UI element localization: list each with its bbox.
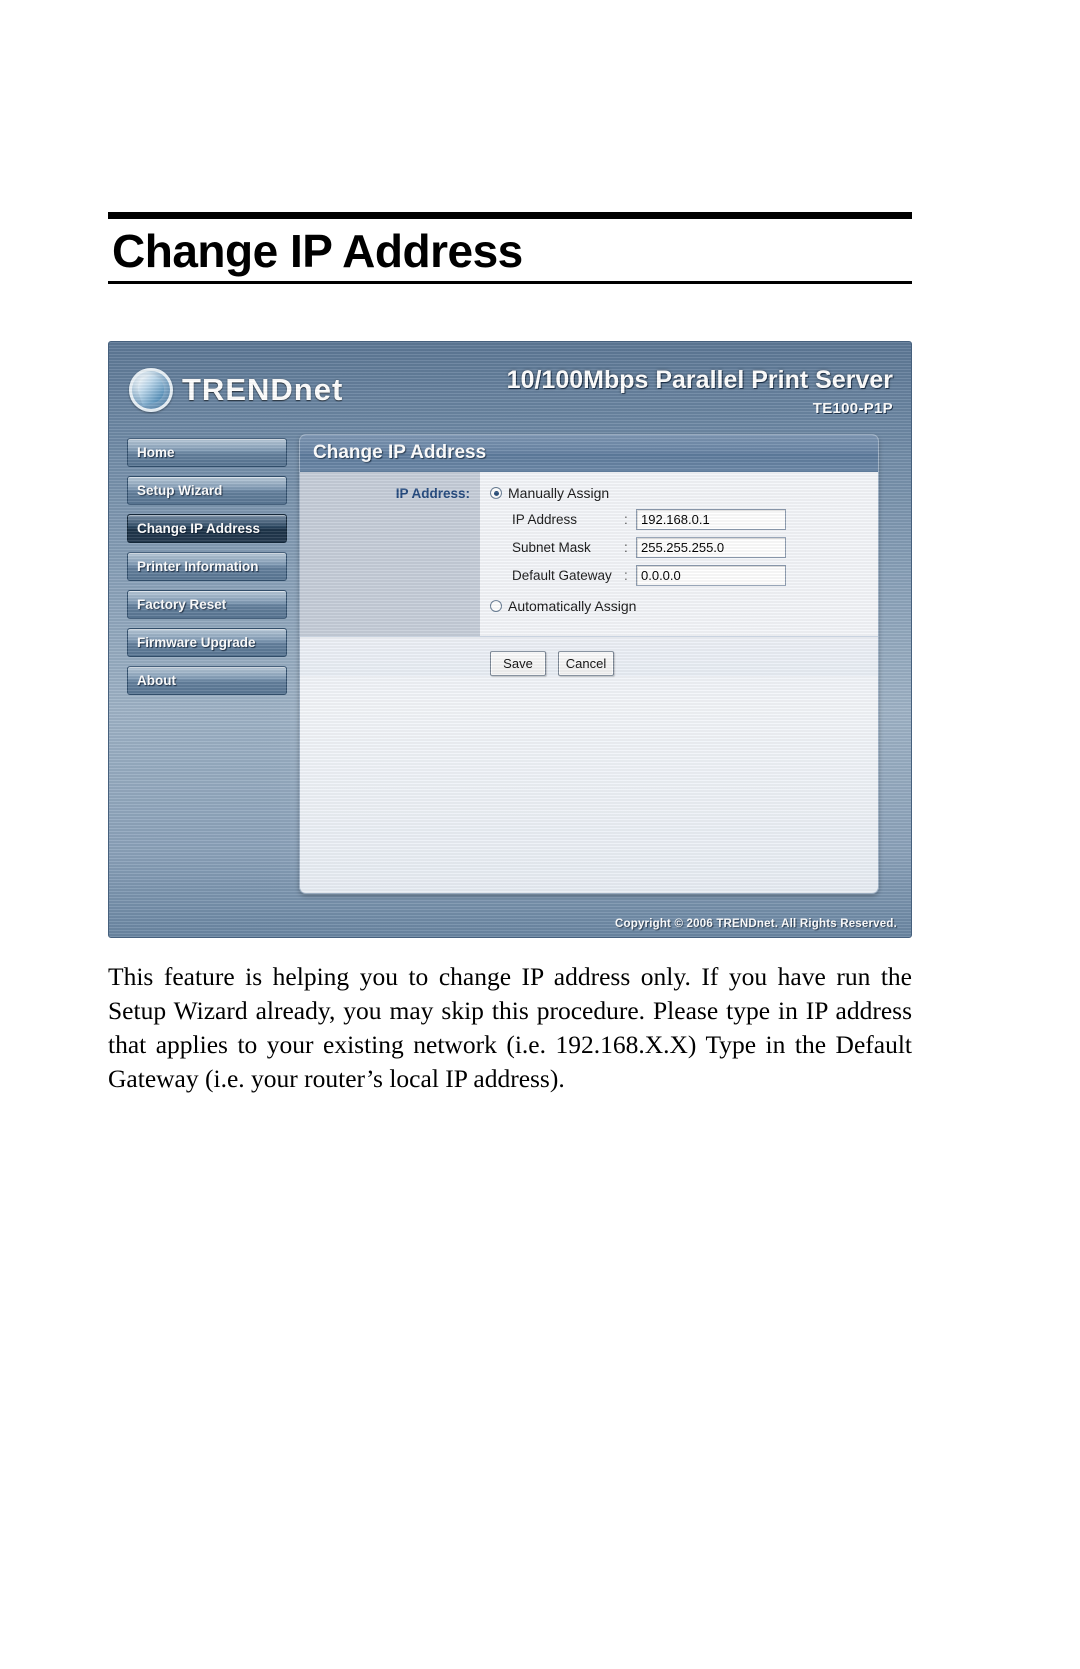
sidebar-item-printer-information[interactable]: Printer Information	[127, 552, 287, 581]
radio-manually-assign[interactable]: Manually Assign	[490, 485, 878, 501]
label-default-gateway: Default Gateway	[512, 568, 612, 583]
field-row-subnet-mask: Subnet Mask : 255.255.255.0	[512, 537, 878, 558]
brand-name: TRENDnet	[182, 372, 344, 407]
sidebar-item-home[interactable]: Home	[127, 438, 287, 467]
form-actions: Save Cancel	[300, 637, 878, 676]
field-row-ip-address: IP Address : 192.168.0.1	[512, 509, 878, 530]
input-subnet-mask[interactable]: 255.255.255.0	[636, 537, 786, 558]
form-label-column: IP Address:	[300, 472, 480, 636]
body-paragraph: This feature is helping you to change IP…	[108, 962, 912, 1093]
radio-automatically-assign-icon[interactable]	[490, 600, 502, 612]
radio-manually-assign-icon[interactable]	[490, 487, 502, 499]
sidebar-item-factory-reset[interactable]: Factory Reset	[127, 590, 287, 619]
label-ip-address: IP Address	[512, 512, 578, 527]
radio-automatically-assign[interactable]: Automatically Assign	[490, 598, 878, 614]
input-ip-address[interactable]: 192.168.0.1	[636, 509, 786, 530]
product-identity: 10/100Mbps Parallel Print Server TE100-P…	[507, 366, 893, 417]
label-subnet-mask: Subnet Mask	[512, 540, 591, 555]
separator-subnet-mask: :	[624, 540, 628, 555]
product-name: 10/100Mbps Parallel Print Server	[506, 366, 893, 394]
ip-address-form: IP Address: Manually Assign IP Address :…	[300, 472, 878, 637]
sidebar-item-label: Printer Information	[137, 559, 259, 574]
save-button[interactable]: Save	[490, 651, 546, 676]
sidebar-item-label: Firmware Upgrade	[137, 635, 256, 650]
page-heading-block: Change IP Address	[108, 212, 912, 284]
input-default-gateway[interactable]: 0.0.0.0	[636, 565, 786, 586]
device-footer: Copyright © 2006 TRENDnet. All Rights Re…	[109, 911, 911, 937]
form-field-column: Manually Assign IP Address : 192.168.0.1…	[480, 472, 878, 636]
device-web-ui-screenshot: TRENDnet 10/100Mbps Parallel Print Serve…	[108, 341, 912, 938]
separator-default-gateway: :	[624, 568, 628, 583]
sidebar-item-label: Factory Reset	[137, 597, 227, 612]
separator-ip-address: :	[624, 512, 628, 527]
sidebar-item-about[interactable]: About	[127, 666, 287, 695]
copyright-text: Copyright © 2006 TRENDnet. All Rights Re…	[614, 918, 897, 930]
radio-manually-assign-label: Manually Assign	[508, 485, 610, 501]
sidebar-item-firmware-upgrade[interactable]: Firmware Upgrade	[127, 628, 287, 657]
radio-automatically-assign-label: Automatically Assign	[508, 598, 637, 614]
sidebar-item-label: Home	[137, 445, 175, 460]
sidebar-nav: Home Setup Wizard Change IP Address Prin…	[127, 438, 287, 704]
cancel-button[interactable]: Cancel	[558, 651, 614, 676]
brand-logo: TRENDnet	[129, 368, 343, 412]
panel-title-bar: Change IP Address	[300, 435, 878, 472]
panel-title: Change IP Address	[313, 442, 487, 463]
change-ip-address-panel: Change IP Address IP Address: Manually A…	[299, 434, 879, 894]
sidebar-item-label: Setup Wizard	[137, 483, 223, 498]
heading-rule-bottom	[108, 280, 912, 284]
heading-rule-top	[108, 212, 912, 219]
sidebar-item-setup-wizard[interactable]: Setup Wizard	[127, 476, 287, 505]
trendnet-orb-icon	[129, 368, 173, 412]
sidebar-item-label: Change IP Address	[137, 521, 261, 536]
device-header: TRENDnet 10/100Mbps Parallel Print Serve…	[109, 342, 911, 434]
sidebar-item-change-ip-address[interactable]: Change IP Address	[127, 514, 287, 543]
product-model: TE100-P1P	[812, 400, 893, 417]
sidebar-item-label: About	[137, 673, 176, 688]
page-title: Change IP Address	[112, 225, 523, 277]
field-row-default-gateway: Default Gateway : 0.0.0.0	[512, 565, 878, 586]
ip-address-section-label: IP Address:	[395, 486, 470, 501]
